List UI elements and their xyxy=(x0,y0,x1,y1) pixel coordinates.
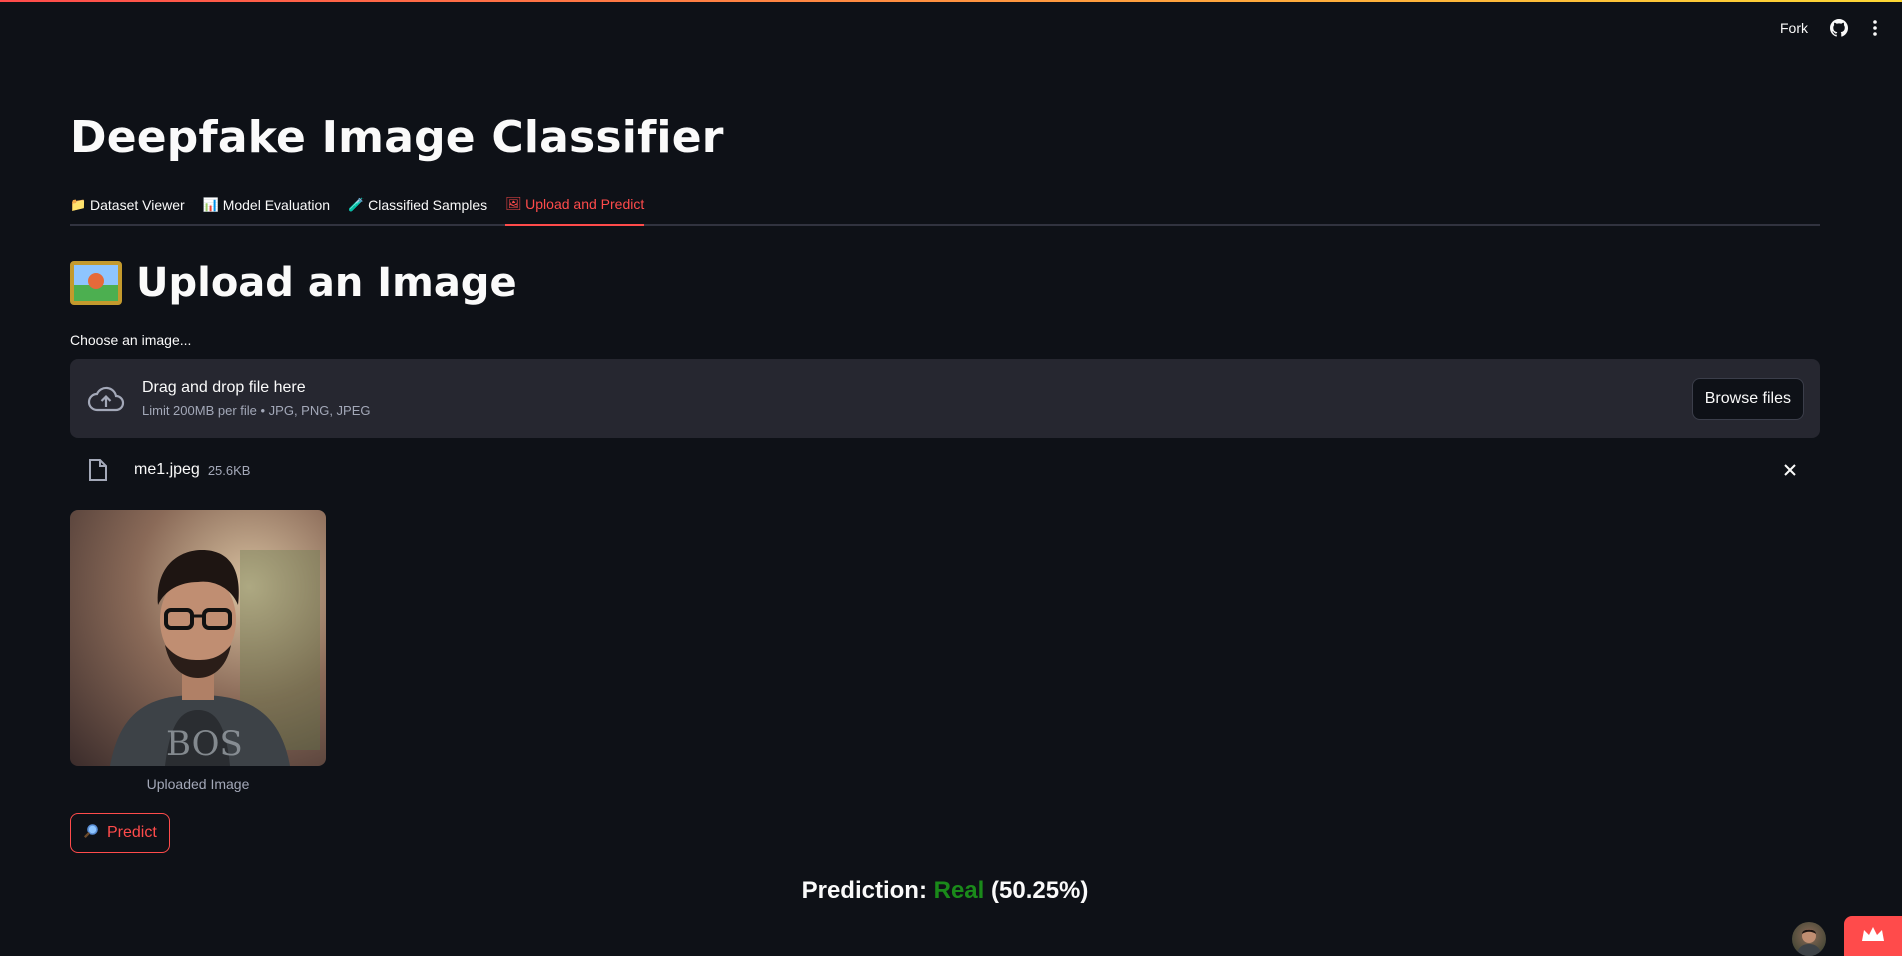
prediction-confidence: (50.25%) xyxy=(991,877,1089,904)
app-header: Fork xyxy=(1602,0,1902,56)
tab-label: Model Evaluation xyxy=(222,197,331,213)
fork-button[interactable]: Fork xyxy=(1774,16,1814,40)
svg-text:BOS: BOS xyxy=(166,724,243,764)
uploaded-image: BOS xyxy=(70,510,326,766)
prediction-result: Prediction: Real (50.25%) xyxy=(70,877,1820,905)
dropzone-limit-text: Limit 200MB per file • JPG, PNG, JPEG xyxy=(142,403,371,418)
browse-files-button[interactable]: Browse files xyxy=(1691,377,1804,420)
bar-chart-icon: 📊 xyxy=(202,197,219,212)
github-icon[interactable] xyxy=(1828,17,1850,39)
uploaded-file-row: me1.jpeg 25.6KB xyxy=(70,452,1820,488)
avatar[interactable] xyxy=(1792,922,1826,956)
predict-button[interactable]: Predict xyxy=(70,813,170,853)
predict-button-label: Predict xyxy=(107,824,157,841)
folder-icon: 📁 xyxy=(70,197,87,212)
tab-model-evaluation[interactable]: 📊 Model Evaluation xyxy=(203,188,330,226)
file-icon xyxy=(88,456,112,484)
tab-dataset-viewer[interactable]: 📁 Dataset Viewer xyxy=(70,188,185,226)
tab-bar: 📁 Dataset Viewer 📊 Model Evaluation 🧪 Cl… xyxy=(70,188,1820,226)
tab-label: Upload and Predict xyxy=(525,196,645,212)
cloud-upload-icon xyxy=(86,379,126,419)
dropzone-main-text: Drag and drop file here xyxy=(142,379,306,396)
tab-upload-and-predict[interactable]: 🖼 Upload and Predict xyxy=(505,188,645,226)
file-uploader-label: Choose an image... xyxy=(70,332,192,348)
streamlit-badge[interactable] xyxy=(1844,916,1902,956)
file-dropzone[interactable]: Drag and drop file here Limit 200MB per … xyxy=(70,359,1820,438)
close-icon[interactable] xyxy=(1778,458,1802,482)
section-title: Upload an Image xyxy=(136,260,517,306)
test-tube-icon: 🧪 xyxy=(348,197,365,212)
tab-label: Classified Samples xyxy=(368,197,488,213)
dropzone-instructions: Drag and drop file here Limit 200MB per … xyxy=(142,379,371,418)
tab-label: Dataset Viewer xyxy=(90,197,185,213)
tab-classified-samples[interactable]: 🧪 Classified Samples xyxy=(348,188,487,226)
section-heading: Upload an Image xyxy=(70,260,517,306)
picture-icon: 🖼 xyxy=(505,196,522,211)
crown-icon xyxy=(1860,925,1886,948)
prediction-label: Real xyxy=(933,877,985,904)
magnifier-icon xyxy=(83,823,99,844)
page-title: Deepfake Image Classifier xyxy=(70,112,724,163)
image-caption: Uploaded Image xyxy=(146,776,250,792)
prediction-prefix: Prediction: xyxy=(801,877,927,904)
more-vertical-icon[interactable] xyxy=(1864,17,1886,39)
file-name: me1.jpeg xyxy=(134,461,200,478)
framed-picture-icon xyxy=(70,261,122,305)
file-size: 25.6KB xyxy=(207,462,251,478)
